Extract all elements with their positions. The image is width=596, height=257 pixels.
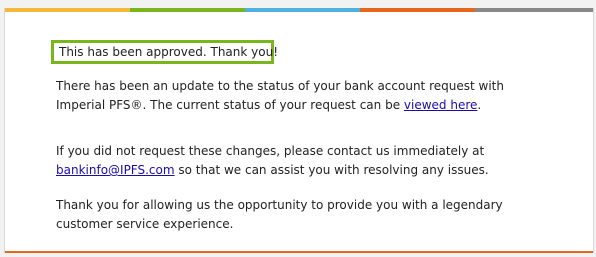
status-update-text-end: . <box>477 98 482 112</box>
band-segment-gray <box>475 8 593 12</box>
band-segment-orange <box>360 8 475 12</box>
contact-text-end: so that we can assist you with resolving… <box>174 163 489 177</box>
band-segment-yellow <box>5 8 130 12</box>
band-segment-blue <box>245 8 360 12</box>
viewed-here-link[interactable]: viewed here <box>404 98 478 112</box>
status-update-paragraph: There has been an update to the status o… <box>56 77 556 115</box>
contact-paragraph: If you did not request these changes, pl… <box>56 142 556 180</box>
approval-message: This has been approved. Thank you! <box>51 40 278 64</box>
email-body: This has been approved. Thank you! There… <box>4 8 594 253</box>
thank-you-paragraph: Thank you for allowing us the opportunit… <box>56 198 503 231</box>
band-segment-green <box>130 8 245 12</box>
brand-color-band <box>5 8 593 12</box>
contact-text: If you did not request these changes, pl… <box>56 144 485 158</box>
email-link[interactable]: bankinfo@IPFS.com <box>56 163 175 177</box>
bottom-divider <box>5 251 593 253</box>
